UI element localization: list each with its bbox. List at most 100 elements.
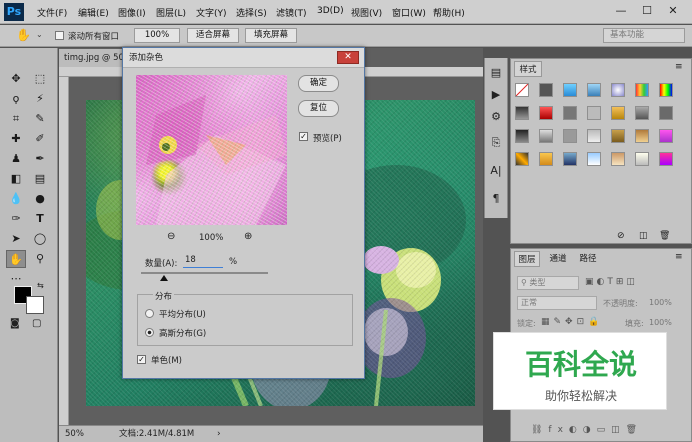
menu-3d[interactable]: 3D(D)	[317, 6, 344, 16]
zoom-tool-icon[interactable]: ⚲	[30, 250, 50, 268]
style-swatch[interactable]	[635, 106, 649, 120]
style-swatch[interactable]	[635, 129, 649, 143]
pen-tool-icon[interactable]: ✑	[6, 210, 26, 228]
crop-tool-icon[interactable]: ⌗	[6, 110, 26, 128]
new-style-icon[interactable]: ◫	[639, 231, 648, 241]
healing-brush-icon[interactable]: ✚	[6, 130, 26, 148]
tab-styles[interactable]: 样式	[514, 61, 542, 77]
minimize-icon[interactable]: —	[610, 2, 632, 20]
style-swatch[interactable]	[515, 152, 529, 166]
menu-layer[interactable]: 图层(L)	[156, 6, 186, 19]
style-swatch[interactable]	[659, 152, 673, 166]
style-swatch[interactable]	[611, 106, 625, 120]
tab-paths[interactable]: 路径	[575, 251, 601, 267]
lock-icons[interactable]: ▦✎✥⊡🔒	[541, 317, 603, 327]
style-swatch[interactable]	[587, 83, 601, 97]
type-tool-icon[interactable]: T	[30, 210, 50, 228]
background-color-swatch[interactable]	[26, 296, 44, 314]
style-swatch[interactable]	[539, 152, 553, 166]
style-swatch[interactable]	[515, 83, 529, 97]
ok-button[interactable]: 确定	[298, 75, 339, 92]
hand-icon[interactable]: ✋	[16, 28, 31, 42]
style-swatch[interactable]	[659, 129, 673, 143]
opacity-value[interactable]: 100%	[649, 298, 672, 307]
dodge-tool-icon[interactable]: ●	[30, 190, 50, 208]
style-swatch[interactable]	[539, 129, 553, 143]
clone-stamp-icon[interactable]: ♟	[6, 150, 26, 168]
lasso-tool-icon[interactable]: ϙ	[6, 90, 26, 108]
style-swatch[interactable]	[563, 129, 577, 143]
blend-mode-select[interactable]: 正常	[517, 296, 597, 310]
scroll-all-windows-checkbox[interactable]	[55, 31, 64, 40]
menu-image[interactable]: 图像(I)	[118, 6, 146, 19]
menu-select[interactable]: 选择(S)	[236, 6, 267, 19]
adjustments-icon[interactable]: ⚙	[485, 108, 507, 126]
amount-slider-thumb[interactable]	[159, 275, 168, 281]
panel-menu-icon[interactable]: ≡	[675, 62, 683, 72]
monochrome-checkbox[interactable]: ✓	[137, 355, 146, 364]
style-swatch[interactable]	[587, 152, 601, 166]
move-tool-icon[interactable]: ✥	[6, 70, 26, 88]
magic-wand-icon[interactable]: ⚡	[30, 90, 50, 108]
tab-channels[interactable]: 通道	[545, 251, 571, 267]
zoom-100-button[interactable]: 100%	[134, 28, 180, 43]
fill-screen-button[interactable]: 填充屏幕	[245, 28, 297, 43]
menu-file[interactable]: 文件(F)	[37, 6, 67, 19]
menu-type[interactable]: 文字(Y)	[196, 6, 227, 19]
zoom-in-icon[interactable]: ⊕	[244, 231, 252, 242]
style-swatch[interactable]	[611, 152, 625, 166]
hand-tool-icon[interactable]: ✋	[6, 250, 26, 268]
style-swatch[interactable]	[611, 83, 625, 97]
style-swatch[interactable]	[515, 106, 529, 120]
status-arrow-icon[interactable]: ›	[217, 426, 221, 442]
blur-tool-icon[interactable]: 💧	[6, 190, 26, 208]
preview-checkbox[interactable]: ✓	[299, 132, 308, 141]
menu-filter[interactable]: 滤镜(T)	[276, 6, 307, 19]
style-swatch[interactable]	[587, 106, 601, 120]
history-brush-icon[interactable]: ✒	[30, 150, 50, 168]
brush-tool-icon[interactable]: ✐	[30, 130, 50, 148]
screen-mode-icon[interactable]: ▢	[32, 318, 41, 329]
chevron-down-icon[interactable]: ⌄	[36, 30, 43, 39]
menu-help[interactable]: 帮助(H)	[433, 6, 465, 19]
layer-footer-icons[interactable]: ⛓fx◐◑▭◫🗑	[531, 425, 643, 435]
swap-colors-icon[interactable]: ⇆	[37, 281, 44, 290]
marquee-tool-icon[interactable]: ⬚	[30, 70, 50, 88]
fill-value[interactable]: 100%	[649, 318, 672, 327]
style-swatch[interactable]	[563, 106, 577, 120]
zoom-out-icon[interactable]: ⊖	[167, 231, 175, 242]
style-swatch[interactable]	[635, 83, 649, 97]
style-swatch[interactable]	[635, 152, 649, 166]
close-icon[interactable]: ✕	[662, 2, 684, 20]
path-selection-icon[interactable]: ➤	[6, 230, 26, 248]
style-swatch[interactable]	[515, 129, 529, 143]
fit-screen-button[interactable]: 适合屏幕	[187, 28, 239, 43]
tab-layers[interactable]: 图层	[514, 251, 540, 267]
clear-style-icon[interactable]: ⊘	[617, 231, 625, 241]
ellipse-tool-icon[interactable]: ◯	[30, 230, 50, 248]
style-swatch[interactable]	[611, 129, 625, 143]
eyedropper-icon[interactable]: ✎	[30, 110, 50, 128]
menu-edit[interactable]: 编辑(E)	[78, 6, 109, 19]
style-swatch[interactable]	[563, 152, 577, 166]
dialog-close-button[interactable]: ✕	[337, 51, 359, 64]
actions-play-icon[interactable]: ▶	[485, 86, 507, 104]
filter-preview[interactable]	[136, 75, 287, 225]
character-panel-icon[interactable]: A|	[485, 162, 507, 180]
maximize-icon[interactable]: ☐	[636, 2, 658, 20]
clone-source-icon[interactable]: ⎘	[485, 134, 507, 152]
style-swatch[interactable]	[563, 83, 577, 97]
workspace-select[interactable]: 基本功能	[603, 28, 685, 43]
style-swatch[interactable]	[539, 83, 553, 97]
style-swatch[interactable]	[587, 129, 601, 143]
style-swatch[interactable]	[659, 106, 673, 120]
status-zoom[interactable]: 50%	[65, 426, 84, 442]
reset-button[interactable]: 复位	[298, 100, 339, 117]
quick-mask-icon[interactable]: ◙	[10, 318, 20, 329]
paragraph-panel-icon[interactable]: ¶	[485, 190, 507, 208]
layers-panel-menu-icon[interactable]: ≡	[675, 252, 683, 262]
uniform-radio[interactable]	[145, 309, 154, 318]
delete-style-icon[interactable]: 🗑	[659, 231, 670, 241]
gaussian-radio[interactable]	[145, 328, 154, 337]
history-panel-icon[interactable]: ▤	[485, 64, 507, 82]
